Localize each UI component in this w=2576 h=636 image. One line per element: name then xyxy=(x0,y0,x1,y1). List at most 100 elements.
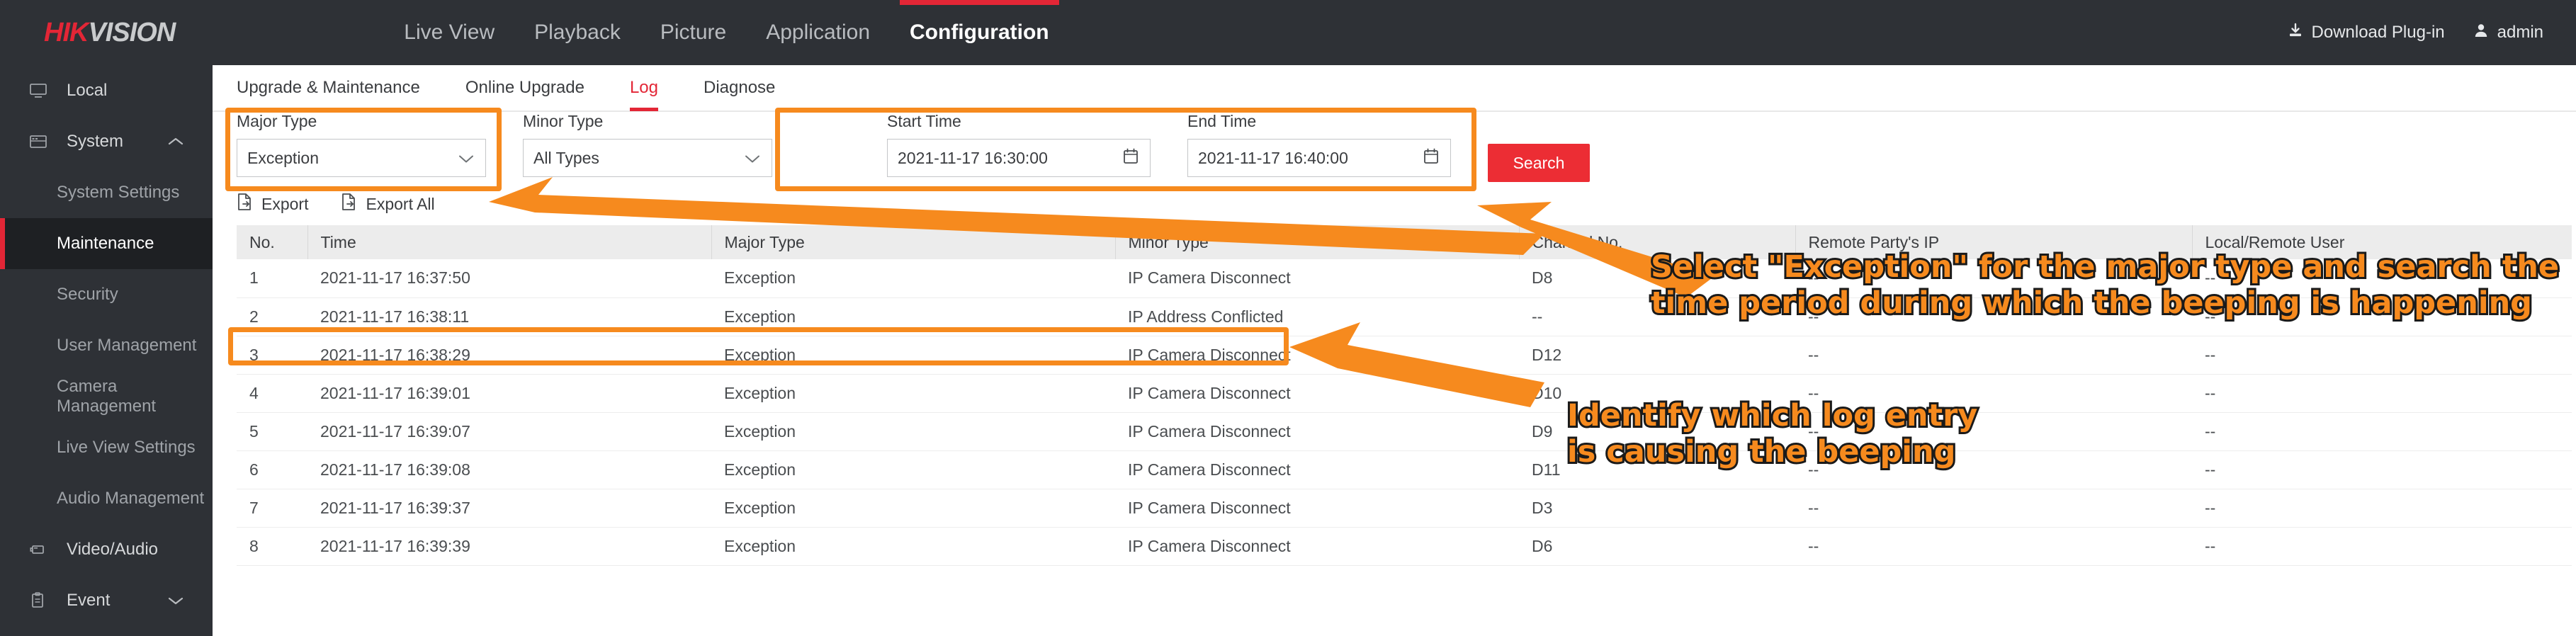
cell-minor: IP Camera Disconnect xyxy=(1115,259,1519,297)
cell-time: 2021-11-17 16:39:39 xyxy=(307,527,711,565)
chevron-up-icon[interactable] xyxy=(167,132,184,152)
window-icon xyxy=(20,132,57,151)
sidebar-item-user-management[interactable]: User Management xyxy=(0,320,213,371)
monitor-icon xyxy=(20,81,57,100)
sidebar-label-video-audio: Video/Audio xyxy=(67,540,158,560)
table-row[interactable]: 7 2021-11-17 16:39:37 Exception IP Camer… xyxy=(237,489,2572,527)
major-type-select[interactable]: Exception xyxy=(237,139,486,177)
logo-vision-text: VISION xyxy=(88,18,175,47)
chevron-down-icon xyxy=(458,149,474,168)
cell-major: Exception xyxy=(711,527,1115,565)
table-row[interactable]: 3 2021-11-17 16:38:29 Exception IP Camer… xyxy=(237,336,2572,374)
nav-item-picture[interactable]: Picture xyxy=(640,0,746,65)
cell-remote-ip: -- xyxy=(1795,489,2192,527)
sidebar-item-system-settings[interactable]: System Settings xyxy=(0,167,213,218)
end-time-field: End Time 2021-11-17 16:40:00 xyxy=(1187,112,1451,177)
table-row[interactable]: 4 2021-11-17 16:39:01 Exception IP Camer… xyxy=(237,374,2572,412)
sidebar-label-live-view-settings: Live View Settings xyxy=(57,438,196,458)
column-header-major-type[interactable]: Major Type xyxy=(711,225,1115,259)
major-type-field: Major Type Exception xyxy=(237,112,486,177)
cell-minor: IP Address Conflicted xyxy=(1115,297,1519,336)
tab-upgrade-maintenance[interactable]: Upgrade & Maintenance xyxy=(237,64,420,111)
cell-channel: D3 xyxy=(1519,489,1795,527)
top-header: HIKVISION Live View Playback Picture App… xyxy=(0,0,2576,65)
cell-minor: IP Camera Disconnect xyxy=(1115,374,1519,412)
logo-hik-text: HIK xyxy=(44,18,88,47)
content-area: Upgrade & Maintenance Online Upgrade Log… xyxy=(213,65,2576,636)
cell-no: 6 xyxy=(237,450,307,489)
minor-type-select[interactable]: All Types xyxy=(523,139,772,177)
sidebar: Local System System Settings Maintenance… xyxy=(0,65,213,636)
sidebar-item-security[interactable]: Security xyxy=(0,269,213,320)
cell-minor: IP Camera Disconnect xyxy=(1115,489,1519,527)
start-time-value: 2021-11-17 16:30:00 xyxy=(898,149,1048,168)
sidebar-item-live-view-settings[interactable]: Live View Settings xyxy=(0,422,213,473)
sidebar-label-event: Event xyxy=(67,591,110,611)
cell-no: 4 xyxy=(237,374,307,412)
sidebar-item-system[interactable]: System xyxy=(0,116,213,167)
sidebar-label-maintenance: Maintenance xyxy=(57,234,154,254)
table-row[interactable]: 6 2021-11-17 16:39:08 Exception IP Camer… xyxy=(237,450,2572,489)
sidebar-item-maintenance[interactable]: Maintenance xyxy=(0,218,213,269)
table-row[interactable]: 5 2021-11-17 16:39:07 Exception IP Camer… xyxy=(237,412,2572,450)
sidebar-label-system-settings: System Settings xyxy=(57,183,179,203)
tab-log[interactable]: Log xyxy=(630,64,658,111)
sidebar-label-security: Security xyxy=(57,285,118,305)
end-time-value: 2021-11-17 16:40:00 xyxy=(1198,149,1348,168)
cell-user: -- xyxy=(2192,450,2572,489)
annotation-note-primary: Select "Exception" for the major type an… xyxy=(1651,249,2559,321)
export-all-button[interactable]: Export All xyxy=(341,193,434,215)
cell-time: 2021-11-17 16:39:08 xyxy=(307,450,711,489)
calendar-icon[interactable] xyxy=(1423,148,1439,169)
sidebar-item-audio-management[interactable]: Audio Management xyxy=(0,473,213,524)
cell-no: 8 xyxy=(237,527,307,565)
cell-minor: IP Camera Disconnect xyxy=(1115,336,1519,374)
cell-channel: D6 xyxy=(1519,527,1795,565)
annotation-note-secondary-line-1: Identify which log entry xyxy=(1567,398,1977,434)
cell-no: 1 xyxy=(237,259,307,297)
tab-diagnose[interactable]: Diagnose xyxy=(704,64,775,111)
cell-time: 2021-11-17 16:38:11 xyxy=(307,297,711,336)
cell-user: -- xyxy=(2192,374,2572,412)
cell-time: 2021-11-17 16:37:50 xyxy=(307,259,711,297)
end-time-label: End Time xyxy=(1187,112,1451,131)
start-time-input[interactable]: 2021-11-17 16:30:00 xyxy=(887,139,1151,177)
main-nav: Live View Playback Picture Application C… xyxy=(384,0,1068,65)
cell-major: Exception xyxy=(711,450,1115,489)
user-avatar-icon xyxy=(2473,23,2497,43)
camera-icon xyxy=(20,540,57,559)
annotation-note-primary-line-1: Select "Exception" for the major type an… xyxy=(1651,249,2559,285)
export-button[interactable]: Export xyxy=(237,193,308,215)
sidebar-item-camera-management[interactable]: Camera Management xyxy=(0,371,213,422)
cell-time: 2021-11-17 16:39:01 xyxy=(307,374,711,412)
sidebar-label-user-management: User Management xyxy=(57,336,196,356)
start-time-label: Start Time xyxy=(887,112,1151,131)
sidebar-item-video-audio[interactable]: Video/Audio xyxy=(0,524,213,575)
table-row[interactable]: 8 2021-11-17 16:39:39 Exception IP Camer… xyxy=(237,527,2572,565)
chevron-down-icon[interactable] xyxy=(167,591,184,611)
sidebar-label-local: Local xyxy=(67,81,107,101)
cell-remote-ip: -- xyxy=(1795,527,2192,565)
cell-time: 2021-11-17 16:38:29 xyxy=(307,336,711,374)
download-plugin-button[interactable]: Download Plug-in xyxy=(2288,23,2445,43)
end-time-input[interactable]: 2021-11-17 16:40:00 xyxy=(1187,139,1451,177)
sidebar-label-camera-management: Camera Management xyxy=(57,377,213,416)
user-menu-button[interactable]: admin xyxy=(2473,23,2543,43)
column-header-time[interactable]: Time xyxy=(307,225,711,259)
nav-item-playback[interactable]: Playback xyxy=(514,0,640,65)
nav-item-live-view[interactable]: Live View xyxy=(384,0,514,65)
nav-item-configuration[interactable]: Configuration xyxy=(890,0,1069,65)
calendar-icon[interactable] xyxy=(1123,148,1139,169)
minor-type-value: All Types xyxy=(533,149,599,168)
sidebar-item-event[interactable]: Event xyxy=(0,575,213,626)
column-header-no[interactable]: No. xyxy=(237,225,307,259)
column-header-minor-type[interactable]: Minor Type xyxy=(1115,225,1519,259)
nav-item-application[interactable]: Application xyxy=(746,0,890,65)
search-button[interactable]: Search xyxy=(1488,144,1590,182)
export-toolbar: Export Export All xyxy=(213,183,2576,225)
tab-online-upgrade[interactable]: Online Upgrade xyxy=(465,64,584,111)
cell-remote-ip: -- xyxy=(1795,336,2192,374)
hikvision-logo: HIKVISION xyxy=(44,18,175,48)
sidebar-item-local[interactable]: Local xyxy=(0,65,213,116)
export-label: Export xyxy=(261,195,308,214)
